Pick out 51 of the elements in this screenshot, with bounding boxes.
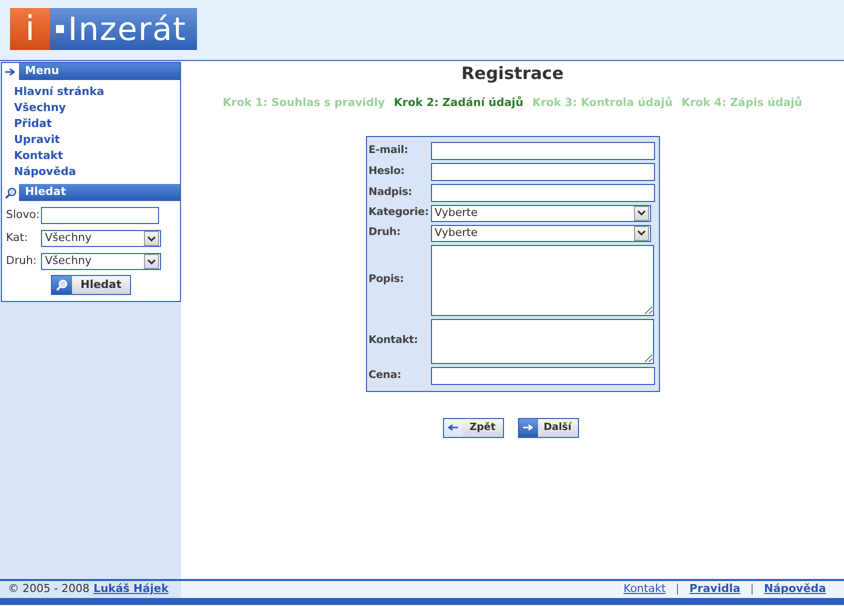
chevron-icon xyxy=(634,206,648,220)
menu-link[interactable]: Všechny xyxy=(2,100,66,116)
step-label: Krok 1: Souhlas s pravidly xyxy=(222,95,385,111)
field-label: E-mail: xyxy=(368,142,410,158)
field-label: Nadpis: xyxy=(368,184,414,200)
menu-link[interactable]: Upravit xyxy=(2,132,60,148)
field-label: Druh: xyxy=(368,225,402,240)
input-field[interactable] xyxy=(41,207,159,224)
input-field[interactable] xyxy=(430,162,654,180)
copyright-text: © 2005 - 2008 xyxy=(8,581,90,598)
field-label: Kategorie: xyxy=(368,205,430,220)
step-label: Krok 2: Zadání údajů xyxy=(394,95,524,111)
next-button[interactable]: Další xyxy=(518,418,578,438)
footer-link[interactable]: Pravidla xyxy=(689,581,740,598)
select-field[interactable]: Vyberte xyxy=(430,204,650,222)
input-field[interactable] xyxy=(430,142,654,160)
input-field[interactable] xyxy=(430,366,654,384)
text-area[interactable] xyxy=(430,244,654,316)
select-field[interactable]: Všechny xyxy=(41,230,161,247)
author-link[interactable]: Lukáš Hájek xyxy=(93,581,169,598)
separator: | xyxy=(750,581,754,598)
field-label: Druh: xyxy=(6,253,38,270)
text-area[interactable] xyxy=(430,318,654,364)
menu-title: Menu xyxy=(25,63,60,80)
chevron-icon xyxy=(634,226,648,240)
input-field[interactable] xyxy=(430,184,654,202)
footer-link[interactable]: Kontakt xyxy=(624,581,666,598)
search-title: Hledat xyxy=(25,184,66,200)
logo: i Inzerát xyxy=(10,8,197,50)
page-title: Registrace xyxy=(460,63,565,85)
field-label: Heslo: xyxy=(368,164,406,179)
field-label: Kat: xyxy=(6,230,29,246)
footer-link[interactable]: Nápověda xyxy=(764,581,826,598)
search-icon xyxy=(52,276,72,294)
step-label: Krok 3: Kontrola údajů xyxy=(532,95,673,111)
separator: | xyxy=(676,581,680,598)
select-field[interactable]: Všechny xyxy=(41,253,161,270)
chevron-icon xyxy=(144,254,159,269)
search-button[interactable]: Hledat xyxy=(51,275,131,295)
field-label: Slovo: xyxy=(6,207,39,224)
menu-link[interactable]: Kontakt xyxy=(2,148,63,164)
field-label: Kontakt: xyxy=(368,333,419,348)
field-label: Popis: xyxy=(368,272,405,288)
menu-link[interactable]: Přidat xyxy=(2,116,52,132)
menu-link[interactable]: Hlavní stránka xyxy=(2,84,104,100)
step-label: Krok 4: Zápis údajů xyxy=(682,95,802,111)
chevron-icon xyxy=(144,231,159,246)
menu-link[interactable]: Nápověda xyxy=(2,164,76,180)
select-field[interactable]: Vyberte xyxy=(430,224,650,242)
back-button[interactable]: Zpět xyxy=(442,418,504,438)
field-label: Cena: xyxy=(368,368,402,383)
